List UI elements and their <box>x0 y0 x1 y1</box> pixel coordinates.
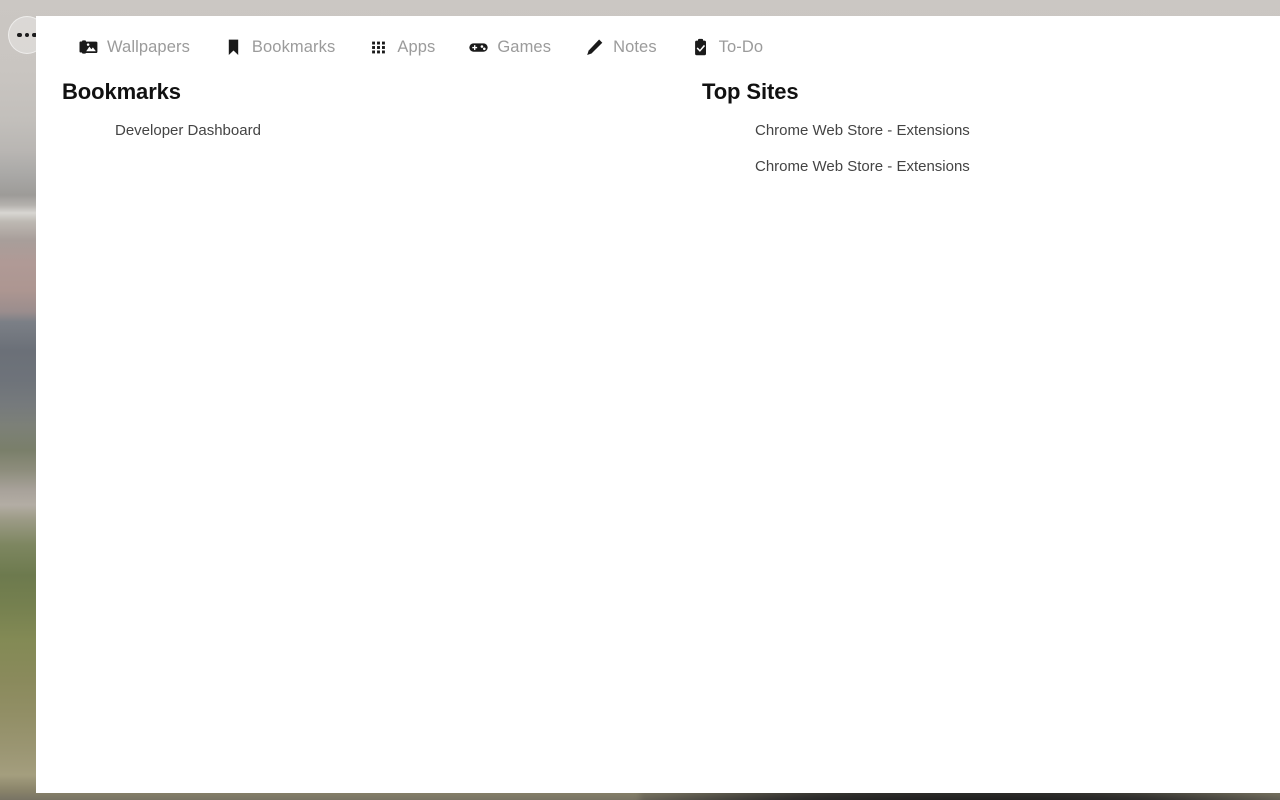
list-item: Chrome Web Store - Extensions <box>755 122 1280 140</box>
nav-label-apps: Apps <box>397 38 436 56</box>
nav-item-bookmarks[interactable]: Bookmarks <box>207 38 352 57</box>
bookmark-link[interactable]: Developer Dashboard <box>115 122 261 139</box>
bookmarks-heading: Bookmarks <box>62 79 181 104</box>
bookmarks-list: Developer Dashboard <box>62 122 658 140</box>
bookmark-ribbon-icon <box>224 38 243 57</box>
nav-item-notes[interactable]: Notes <box>568 38 674 57</box>
nav-label-notes: Notes <box>613 38 657 56</box>
top-site-link[interactable]: Chrome Web Store - Extensions <box>755 122 970 139</box>
top-sites-list: Chrome Web Store - Extensions Chrome Web… <box>702 122 1280 176</box>
top-sites-heading: Top Sites <box>702 79 799 104</box>
nav-label-bookmarks: Bookmarks <box>251 38 336 56</box>
more-dot-2 <box>24 32 30 38</box>
gamepad-icon <box>469 38 489 57</box>
nav-label-wallpapers: Wallpapers <box>107 38 190 56</box>
clipboard-check-icon <box>691 38 710 57</box>
main-navigation: Wallpapers Bookmarks Apps Games Notes To… <box>36 16 1280 57</box>
list-item: Chrome Web Store - Extensions <box>755 158 1280 176</box>
content-columns: Bookmarks Developer Dashboard Top Sites … <box>36 57 1280 194</box>
nav-item-wallpapers[interactable]: Wallpapers <box>62 38 207 57</box>
pencil-icon <box>585 38 604 57</box>
top-sites-section: Top Sites Chrome Web Store - Extensions … <box>658 79 1280 194</box>
bookmarks-section: Bookmarks Developer Dashboard <box>36 79 658 194</box>
nav-label-todo: To-Do <box>718 38 764 56</box>
nav-item-apps[interactable]: Apps <box>352 38 452 57</box>
grid-dots-icon <box>369 38 388 57</box>
images-stack-icon <box>79 38 98 57</box>
new-tab-panel: Wallpapers Bookmarks Apps Games Notes To… <box>36 16 1280 793</box>
nav-item-todo[interactable]: To-Do <box>674 38 781 57</box>
nav-label-games: Games <box>497 38 552 56</box>
more-dot-1 <box>17 32 22 38</box>
nav-item-games[interactable]: Games <box>452 38 568 57</box>
list-item: Developer Dashboard <box>115 122 658 140</box>
top-site-link[interactable]: Chrome Web Store - Extensions <box>755 158 970 175</box>
